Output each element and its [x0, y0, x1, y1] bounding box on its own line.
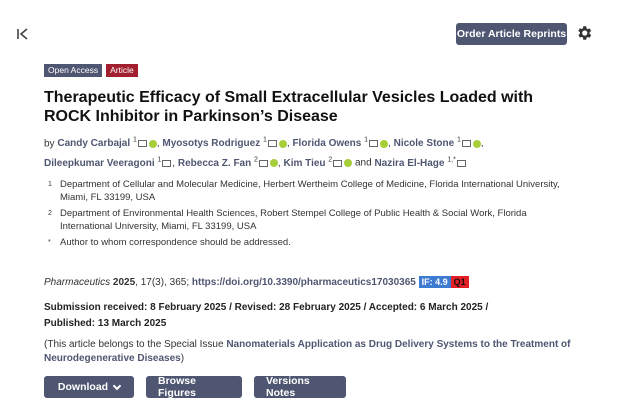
author[interactable]: Florida Owens 1,	[292, 137, 390, 149]
article-actions: Download Browse Figures Versions Notes	[44, 375, 346, 399]
download-button[interactable]: Download	[44, 376, 134, 398]
author-affil-sup: 1,*	[447, 156, 456, 164]
doi-link[interactable]: https://doi.org/10.3390/pharmaceutics170…	[192, 277, 416, 288]
email-icon[interactable]	[162, 159, 172, 167]
citation-volume: , 17(3), 365;	[135, 277, 190, 288]
orcid-icon[interactable]	[278, 139, 287, 148]
author-name[interactable]: Florida Owens	[292, 138, 361, 149]
affiliation-item: 2 Department of Environmental Health Sci…	[48, 207, 568, 233]
author[interactable]: Candy Carbajal 1,	[57, 137, 159, 149]
author-affil-sup: 2	[254, 156, 258, 164]
author-affil-sup: 1	[262, 137, 267, 144]
author-affil-sup: 1	[456, 137, 461, 144]
open-access-badge: Open Access	[44, 64, 103, 77]
author-affil-sup: 1	[157, 156, 162, 164]
dates-line-1: Submission received: 8 February 2025 / R…	[44, 302, 489, 313]
affiliation-number: *	[48, 239, 51, 246]
email-icon[interactable]	[137, 140, 147, 148]
quartile-badge[interactable]: Q1	[450, 276, 469, 289]
orcid-icon[interactable]	[380, 139, 389, 148]
author-name[interactable]: Candy Carbajal	[57, 138, 130, 149]
versions-notes-button[interactable]: Versions Notes	[254, 375, 346, 399]
author[interactable]: Rebecca Z. Fan 2,	[178, 156, 281, 169]
collapse-sidebar-icon[interactable]	[14, 25, 32, 43]
email-icon[interactable]	[369, 140, 379, 148]
author-name[interactable]: Kim Tieu	[283, 158, 325, 169]
affiliation-item: * Author to whom correspondence should b…	[48, 236, 568, 249]
special-issue-note: (This article belongs to the Special Iss…	[44, 338, 584, 366]
citation-year: 2025	[112, 277, 136, 288]
author[interactable]: Myosotys Rodriguez 1,	[162, 137, 289, 149]
author-affil-sup: 1	[132, 137, 137, 144]
email-icon[interactable]	[461, 140, 471, 148]
article-type-badge: Article	[106, 64, 138, 77]
author-name[interactable]: Dileepkumar Veeragoni	[44, 158, 155, 169]
author-name[interactable]: Nazira El-Hage	[374, 158, 444, 169]
special-issue-suffix: )	[180, 353, 185, 364]
author-name[interactable]: Myosotys Rodriguez	[162, 138, 260, 149]
special-issue-prefix: (This article belongs to the Special Iss…	[44, 339, 227, 350]
author[interactable]: Nazira El-Hage 1,*	[374, 156, 466, 169]
email-icon[interactable]	[258, 159, 268, 167]
email-icon[interactable]	[456, 159, 466, 167]
article-badges: Open Access Article	[44, 64, 138, 77]
author-name[interactable]: Rebecca Z. Fan	[178, 158, 251, 169]
download-label: Download	[57, 381, 109, 393]
orcid-icon[interactable]	[148, 139, 157, 148]
affiliation-item: 1 Department of Cellular and Molecular M…	[48, 178, 568, 204]
gear-icon[interactable]	[575, 24, 593, 42]
author[interactable]: Kim Tieu 2	[283, 156, 353, 169]
author-affil-sup: 1	[364, 137, 369, 144]
affiliation-number: 2	[48, 210, 52, 217]
article-title: Therapeutic Efficacy of Small Extracellu…	[44, 89, 534, 125]
publication-dates: Submission received: 8 February 2025 / R…	[44, 300, 564, 332]
browse-figures-button[interactable]: Browse Figures	[146, 375, 242, 399]
order-reprints-button[interactable]: Order Article Reprints	[456, 23, 567, 45]
author-name[interactable]: Nicole Stone	[394, 138, 455, 149]
citation-line: Pharmaceutics 2025, 17(3), 365; https://…	[44, 276, 604, 290]
orcid-icon[interactable]	[472, 139, 481, 148]
email-icon[interactable]	[333, 159, 343, 167]
affiliation-text: Department of Environmental Health Scien…	[60, 208, 527, 232]
dates-line-2: Published: 13 March 2025	[44, 318, 167, 329]
authors-prefix: by	[44, 138, 55, 150]
author-affil-sup: 2	[328, 156, 333, 164]
author-list: by Candy Carbajal 1, Myosotys Rodriguez …	[44, 133, 564, 172]
orcid-icon[interactable]	[344, 159, 353, 168]
affiliation-number: 1	[48, 181, 52, 188]
affiliations: 1 Department of Cellular and Molecular M…	[48, 178, 568, 252]
email-icon[interactable]	[267, 140, 277, 148]
chevron-down-icon	[112, 381, 122, 390]
author[interactable]: Dileepkumar Veeragoni 1,	[44, 156, 175, 169]
journal-name[interactable]: Pharmaceutics	[44, 277, 110, 288]
orcid-icon[interactable]	[269, 159, 278, 168]
author[interactable]: Nicole Stone 1,	[394, 137, 484, 149]
impact-factor-badge[interactable]: IF: 4.9	[418, 276, 451, 289]
affiliation-text: Author to whom correspondence should be …	[60, 237, 291, 248]
authors-and: and	[354, 157, 372, 169]
affiliation-text: Department of Cellular and Molecular Med…	[60, 179, 560, 203]
